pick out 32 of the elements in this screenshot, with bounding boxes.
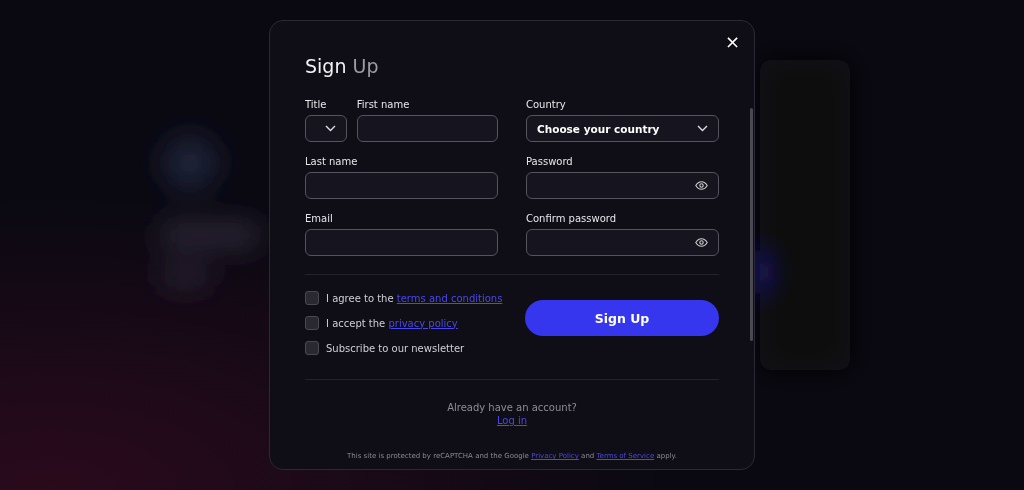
country-select[interactable]: Choose your country [526, 115, 719, 142]
field-label: First name [356, 99, 411, 111]
checkbox[interactable] [305, 316, 319, 330]
scrollbar[interactable] [750, 108, 753, 341]
account-prompt: Already have an account? [447, 402, 577, 413]
sign-up-button[interactable]: Sign Up [525, 300, 719, 336]
policy-link[interactable]: privacy policy [388, 317, 458, 329]
title-select[interactable] [305, 115, 347, 142]
checkbox-label: I accept the privacy policy [326, 317, 458, 329]
text-field[interactable] [305, 229, 498, 256]
eye-icon[interactable] [695, 238, 708, 247]
login-link[interactable]: Log in [496, 415, 528, 426]
password-field[interactable] [526, 229, 719, 256]
field-label: Email [305, 213, 334, 225]
eye-icon[interactable] [695, 181, 708, 190]
chevron-down-icon [697, 125, 708, 132]
field-label: Confirm password [526, 213, 618, 225]
checkbox-label: Subscribe to our newsletter [326, 342, 465, 354]
checkbox-label: I agree to the terms and conditions [326, 292, 503, 304]
close-button[interactable]: × [724, 35, 740, 49]
dialog-title: Sign Up [305, 55, 379, 77]
field-label: Password [526, 156, 574, 168]
checkbox[interactable] [305, 291, 319, 305]
chevron-down-icon [324, 125, 336, 132]
field-label: Last name [305, 156, 359, 168]
field-label: Title [305, 99, 328, 111]
text-field[interactable] [356, 115, 498, 142]
policy-link[interactable]: terms and conditions [396, 292, 503, 304]
field-label: Country [526, 99, 567, 111]
checkbox[interactable] [305, 341, 319, 355]
password-field[interactable] [526, 172, 719, 199]
text-field[interactable] [305, 172, 498, 199]
